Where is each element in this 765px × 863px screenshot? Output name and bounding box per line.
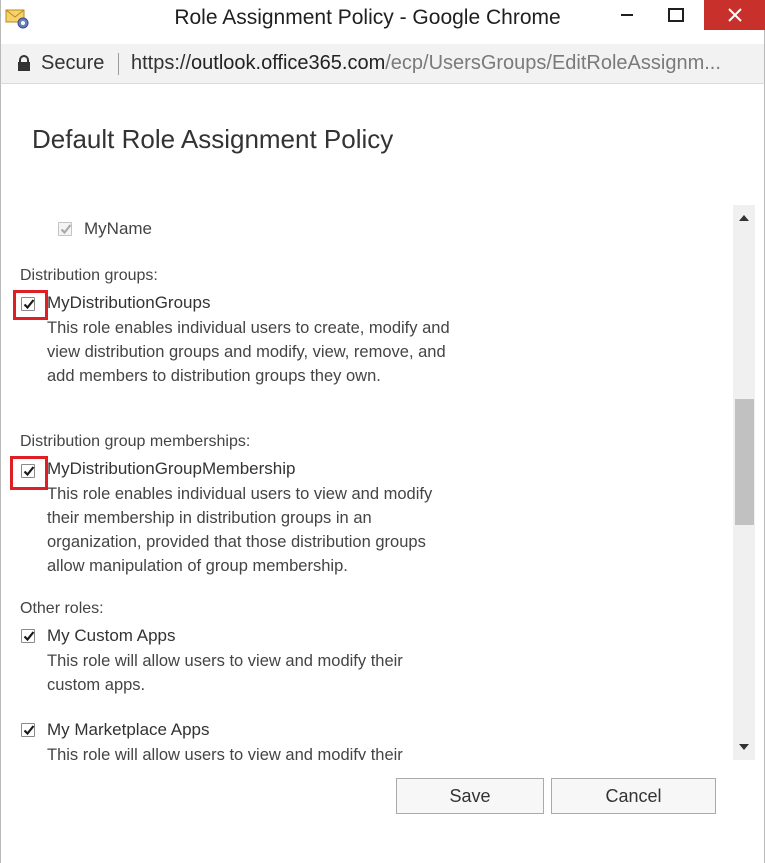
my-marketplace-apps-description: This role will allow users to view and m… xyxy=(47,746,403,760)
myname-label: MyName xyxy=(84,219,153,238)
mydistributiongroups-checkbox[interactable] xyxy=(21,297,35,311)
mydistributiongroupmembership-description: This role enables individual users to vi… xyxy=(47,485,433,575)
my-marketplace-apps-checkbox[interactable] xyxy=(21,723,35,737)
minimize-icon xyxy=(621,14,633,16)
save-button[interactable]: Save xyxy=(396,778,544,814)
mydistributiongroups-label: MyDistributionGroups xyxy=(47,293,211,312)
myname-checkbox[interactable] xyxy=(58,222,72,236)
role-list: MyName Distribution groups: MyDistributi… xyxy=(0,205,756,760)
dialog-heading: Default Role Assignment Policy xyxy=(32,124,394,154)
mydistributiongroupmembership-label: MyDistributionGroupMembership xyxy=(47,459,296,478)
scroll-down-arrow-icon xyxy=(739,744,749,750)
maximize-button[interactable] xyxy=(650,0,702,30)
distribution-groups-section-label: Distribution groups: xyxy=(20,267,158,284)
my-custom-apps-checkbox[interactable] xyxy=(21,629,35,643)
mydistributiongroups-description: This role enables individual users to cr… xyxy=(47,319,450,385)
checkmark-icon xyxy=(60,224,72,235)
scroll-up-arrow-icon xyxy=(739,215,749,221)
close-icon xyxy=(727,8,742,22)
my-custom-apps-label: My Custom Apps xyxy=(47,626,176,645)
checkmark-icon xyxy=(23,299,35,310)
url-scheme: https:// xyxy=(131,52,192,74)
maximize-icon xyxy=(668,8,684,22)
scrollbar-thumb[interactable] xyxy=(735,399,754,525)
address-bar: Secure https://outlook.office365.com/ecp… xyxy=(0,44,765,84)
my-custom-apps-description: This role will allow users to view and m… xyxy=(47,652,403,694)
my-marketplace-apps-label: My Marketplace Apps xyxy=(47,720,210,739)
address-separator xyxy=(118,53,119,75)
scroll-down-button[interactable] xyxy=(733,736,755,758)
url-path: /ecp/UsersGroups/EditRoleAssignm... xyxy=(385,52,721,74)
other-roles-section-label: Other roles: xyxy=(20,600,104,617)
cancel-button[interactable]: Cancel xyxy=(551,778,716,814)
url-host: outlook.office365.com xyxy=(191,52,386,74)
lock-icon xyxy=(17,55,31,72)
minimize-button[interactable] xyxy=(604,0,650,30)
distribution-group-memberships-section-label: Distribution group memberships: xyxy=(20,433,251,450)
checkmark-icon xyxy=(23,725,35,736)
title-bar: Role Assignment Policy - Google Chrome xyxy=(0,0,765,44)
checkmark-icon xyxy=(23,466,35,477)
mydistributiongroupmembership-checkbox[interactable] xyxy=(21,464,35,478)
scrollbar[interactable] xyxy=(733,205,755,760)
close-button[interactable] xyxy=(704,0,765,30)
url-field[interactable]: https://outlook.office365.com/ecp/UsersG… xyxy=(131,52,756,75)
checkmark-icon xyxy=(23,631,35,642)
scroll-up-button[interactable] xyxy=(733,207,755,229)
secure-label: Secure xyxy=(41,52,105,74)
